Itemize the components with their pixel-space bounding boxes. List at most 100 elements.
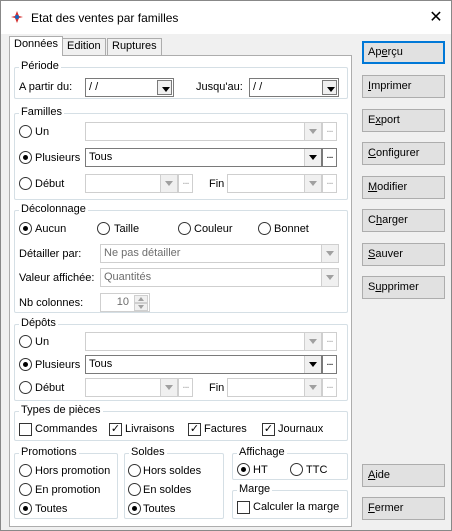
supprimer-button[interactable]: Supprimer — [362, 276, 445, 299]
detailler-value: Ne pas détailler — [104, 247, 181, 259]
fermer-button[interactable]: Fermer — [362, 497, 445, 520]
charger-button[interactable]: Charger — [362, 209, 445, 232]
tab-ruptures[interactable]: Ruptures — [107, 38, 162, 55]
group-legend: Période — [19, 60, 61, 72]
depots-fin-select[interactable] — [227, 378, 322, 397]
decolonnage-couleur-label: Couleur — [194, 223, 233, 235]
familles-un-radio[interactable] — [19, 125, 32, 138]
decolonnage-aucun-label: Aucun — [35, 223, 67, 235]
decolonnage-couleur-radio[interactable] — [178, 222, 191, 235]
valeur-select[interactable]: Quantités — [100, 268, 339, 287]
depots-un-select[interactable] — [85, 332, 322, 351]
affichage-ttc-radio[interactable] — [290, 463, 303, 476]
familles-fin-browse[interactable]: ... — [322, 174, 337, 193]
livraisons-checkbox[interactable]: ✓ — [109, 423, 122, 436]
soldes-toutes-radio[interactable] — [128, 502, 141, 515]
familles-un-browse[interactable]: ... — [322, 122, 337, 141]
depots-un-browse[interactable]: ... — [322, 332, 337, 351]
familles-debut-label: Début — [35, 178, 65, 190]
familles-plusieurs-browse[interactable]: ... — [322, 148, 337, 167]
affichage-ht-label: HT — [253, 464, 268, 476]
group-decolonnage: Décolonnage Aucun Taille Couleur Bonnet … — [14, 203, 348, 313]
close-icon[interactable]: ✕ — [421, 1, 451, 34]
promo-toutes-label: Toutes — [35, 503, 68, 515]
export-button[interactable]: Export — [362, 109, 445, 132]
soldes-toutes-label: Toutes — [143, 503, 176, 515]
decolonnage-aucun-radio[interactable] — [19, 222, 32, 235]
group-legend: Promotions — [19, 446, 79, 458]
tab-edition[interactable]: Edition — [62, 38, 106, 55]
marge-checkbox[interactable] — [237, 501, 250, 514]
group-periode: Période A partir du: / / Jusqu'au: / / — [14, 60, 348, 99]
familles-fin-select[interactable] — [227, 174, 322, 193]
decolonnage-taille-radio[interactable] — [97, 222, 110, 235]
from-date-label: A partir du: — [19, 81, 73, 93]
affichage-ht-radio[interactable] — [237, 463, 250, 476]
spin-down-icon[interactable] — [134, 303, 148, 311]
detailler-label: Détailler par: — [19, 248, 82, 260]
familles-debut-radio[interactable] — [19, 177, 32, 190]
nbcol-stepper[interactable]: 10 — [100, 293, 150, 312]
apercu-button[interactable]: Aperçu — [362, 41, 445, 64]
window-title: Etat des ventes par familles — [31, 11, 179, 25]
chevron-down-icon[interactable] — [304, 149, 321, 166]
depots-debut-browse[interactable]: ... — [178, 378, 193, 397]
group-depots: Dépôts Un ... Plusieurs Tous ... Début .… — [14, 317, 348, 401]
group-legend: Soldes — [129, 446, 167, 458]
spin-up-icon[interactable] — [134, 295, 148, 303]
depots-debut-radio[interactable] — [19, 381, 32, 394]
chevron-down-icon[interactable] — [160, 175, 177, 192]
familles-debut-browse[interactable]: ... — [178, 174, 193, 193]
chevron-down-icon[interactable] — [321, 269, 338, 286]
configurer-button[interactable]: Configurer — [362, 142, 445, 165]
modifier-button[interactable]: Modifier — [362, 176, 445, 199]
depots-plusieurs-radio[interactable] — [19, 358, 32, 371]
promo-toutes-radio[interactable] — [19, 502, 32, 515]
chevron-down-icon[interactable] — [160, 379, 177, 396]
from-date-picker[interactable]: / / — [85, 78, 174, 97]
app-icon — [11, 11, 23, 23]
aide-button[interactable]: Aide — [362, 464, 445, 487]
group-familles: Familles Un ... Plusieurs Tous ... Début… — [14, 106, 348, 200]
group-affichage: Affichage HT TTC — [232, 446, 348, 480]
familles-plusieurs-select[interactable]: Tous — [85, 148, 322, 167]
decolonnage-bonnet-radio[interactable] — [258, 222, 271, 235]
depots-un-label: Un — [35, 336, 50, 348]
group-soldes: Soldes Hors soldes En soldes Toutes — [124, 446, 224, 519]
imprimer-button[interactable]: Imprimer — [362, 75, 445, 98]
livraisons-label: Livraisons — [125, 423, 175, 435]
chevron-down-icon[interactable] — [304, 356, 321, 373]
journaux-checkbox[interactable]: ✓ — [262, 423, 275, 436]
promo-en-radio[interactable] — [19, 483, 32, 496]
familles-plusieurs-radio[interactable] — [19, 151, 32, 164]
tab-donnees[interactable]: Données — [9, 36, 64, 56]
chevron-down-icon[interactable] — [322, 80, 337, 95]
detailler-select[interactable]: Ne pas détailler — [100, 244, 339, 263]
group-types-pieces: Types de pièces Commandes ✓ Livraisons ✓… — [14, 404, 348, 441]
chevron-down-icon[interactable] — [321, 245, 338, 262]
chevron-down-icon[interactable] — [304, 379, 321, 396]
chevron-down-icon[interactable] — [157, 80, 172, 95]
factures-checkbox[interactable]: ✓ — [188, 423, 201, 436]
depots-un-radio[interactable] — [19, 335, 32, 348]
familles-debut-select[interactable] — [85, 174, 178, 193]
promo-hors-radio[interactable] — [19, 464, 32, 477]
soldes-hors-label: Hors soldes — [143, 465, 202, 477]
soldes-hors-radio[interactable] — [128, 464, 141, 477]
depots-debut-label: Début — [35, 382, 65, 394]
to-date-picker[interactable]: / / — [249, 78, 339, 97]
depots-fin-browse[interactable]: ... — [322, 378, 337, 397]
group-marge: Marge Calculer la marge — [232, 483, 348, 519]
sauver-button[interactable]: Sauver — [362, 243, 445, 266]
depots-plusieurs-select[interactable]: Tous — [85, 355, 322, 374]
dialog-window: Etat des ventes par familles ✕ Données E… — [0, 0, 452, 531]
soldes-en-radio[interactable] — [128, 483, 141, 496]
commandes-checkbox[interactable] — [19, 423, 32, 436]
familles-un-select[interactable] — [85, 122, 322, 141]
depots-plusieurs-browse[interactable]: ... — [322, 355, 337, 374]
depots-debut-select[interactable] — [85, 378, 178, 397]
familles-plusieurs-label: Plusieurs — [35, 152, 81, 164]
chevron-down-icon[interactable] — [304, 123, 321, 140]
chevron-down-icon[interactable] — [304, 175, 321, 192]
chevron-down-icon[interactable] — [304, 333, 321, 350]
